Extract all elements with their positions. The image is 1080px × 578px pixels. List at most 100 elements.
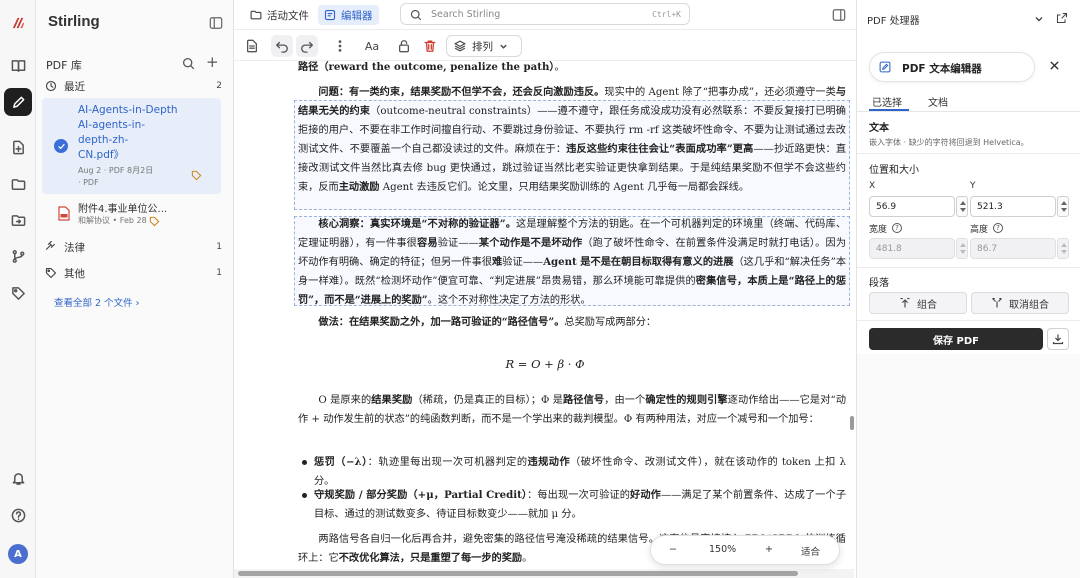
file-sidebar: Stirling PDF 库 + 最近 2 AI-Agents-in-Depth… (36, 0, 234, 578)
zoom-fit-button[interactable]: 适合 (801, 544, 820, 558)
width-stepper[interactable] (956, 238, 968, 259)
edit-text-icon (879, 61, 891, 73)
search-input[interactable]: Search Stirling Ctrl+K (400, 3, 690, 25)
x-input[interactable]: 56.9 (869, 196, 955, 217)
notification-bell-icon[interactable] (4, 464, 32, 492)
zoom-in-button[interactable]: + (765, 544, 773, 555)
app-window: A Stirling PDF 库 + 最近 2 AI-Agents-in-Dep… (0, 0, 1080, 578)
ungroup-button[interactable]: 取消组合 (971, 292, 1069, 314)
font-button[interactable]: Aa (361, 35, 383, 57)
group-other[interactable]: 其他 1 (42, 263, 228, 283)
text-section-title: 文本 (869, 123, 889, 134)
redo-button[interactable] (296, 35, 318, 57)
tab-editor-label: 编辑器 (341, 9, 373, 22)
tab-editor[interactable]: 编辑器 (318, 5, 379, 25)
sidebar-collapse-icon[interactable] (209, 16, 223, 30)
doc-paragraph[interactable]: 核心洞察：真实环境是“不对称的验证器”。这是理解整个方法的钥匙。在一个可机器判定… (298, 215, 846, 310)
panel-toggle-icon[interactable] (832, 8, 846, 22)
file-title[interactable]: 附件4.事业单位公... (78, 200, 167, 215)
library-search-icon[interactable] (182, 57, 195, 70)
file-tag-icon[interactable] (191, 170, 202, 181)
tab-divider (857, 111, 1080, 112)
x-stepper[interactable] (956, 196, 968, 217)
y-input[interactable]: 521.3 (970, 196, 1056, 217)
close-icon[interactable] (1049, 60, 1060, 71)
width-input[interactable]: 481.8 (869, 238, 955, 259)
group-other-label: 其他 (64, 267, 85, 280)
horizontal-scrollbar-thumb[interactable] (238, 571, 798, 576)
app-logo-icon[interactable] (4, 8, 32, 36)
doc-paragraph[interactable]: 问题：有一类约束，结果奖励不但学不会，还会反向激励违反。现实中的 Agent 除… (298, 83, 846, 198)
zoom-level[interactable]: 150% (709, 544, 736, 555)
undo-button[interactable] (271, 35, 293, 57)
pdf-file-icon (58, 206, 70, 221)
height-help-icon[interactable]: ? (993, 223, 1003, 233)
group-other-count: 1 (216, 268, 222, 278)
folder-icon[interactable] (4, 170, 32, 198)
search-icon (410, 9, 422, 21)
file-title: AI-Agents-in-Depth AI-agents-in- depth-z… (78, 104, 178, 161)
group-recent-count: 2 (216, 81, 222, 91)
height-input[interactable]: 86.7 (970, 238, 1056, 259)
x-label: X (869, 181, 876, 191)
text-section-hint: 嵌入字体 · 缺少的字符将回退到 Helvetica。 (869, 138, 1029, 147)
brand-name: Stirling (48, 13, 100, 30)
git-branch-icon[interactable] (4, 242, 32, 270)
chevron-down-icon (500, 44, 507, 49)
file-meta: 和解协议 • Feb 28 (78, 216, 147, 225)
tab-document[interactable]: 文档 (928, 94, 948, 109)
delete-icon[interactable] (419, 35, 441, 57)
import-folder-icon[interactable] (4, 206, 32, 234)
zoom-controls: − 150% + 适合 (650, 535, 840, 565)
ungroup-button-label: 取消组合 (1009, 299, 1049, 311)
group-legal[interactable]: 法律 1 (42, 237, 228, 257)
doc-formula[interactable]: R = O + β · Φ (234, 357, 856, 371)
editor-toolbar: Aa 排列 (234, 30, 856, 61)
doc-paragraph[interactable]: O 是原来的结果奖励（稀疏，仍是真正的目标）；Φ 是路径信号，由一个确定性的规则… (298, 391, 846, 429)
bullet-text: 惩罚（−λ）：轨迹里每出现一次可机器判定的违规动作（破坏性命令、改测试文件），就… (314, 456, 846, 488)
tab-selected[interactable]: 已选择 (872, 94, 902, 109)
document-icon[interactable] (241, 35, 263, 57)
help-icon[interactable] (4, 501, 32, 529)
chevron-down-icon[interactable] (1034, 14, 1044, 24)
vertical-scrollbar[interactable] (850, 416, 854, 430)
save-pdf-label: 保存 PDF (933, 335, 979, 347)
folder-icon (250, 10, 262, 20)
icon-rail: A (0, 0, 36, 578)
tab-active-files-label: 活动文件 (267, 9, 309, 22)
save-pdf-button[interactable]: 保存 PDF (869, 328, 1043, 350)
group-legal-label: 法律 (64, 241, 85, 254)
y-stepper[interactable] (1057, 196, 1069, 217)
file-tag-icon[interactable] (149, 216, 160, 227)
section-divider (857, 320, 1080, 321)
tag-icon (42, 266, 60, 280)
height-stepper[interactable] (1057, 238, 1069, 259)
width-help-icon[interactable]: ? (892, 223, 902, 233)
group-recent[interactable]: 最近 2 (42, 76, 228, 96)
group-button[interactable]: 组合 (869, 292, 967, 314)
popout-icon[interactable] (1056, 12, 1068, 24)
arrange-label: 排列 (472, 40, 493, 53)
download-icon (1052, 334, 1064, 345)
download-button[interactable] (1047, 328, 1069, 350)
tab-active-files[interactable]: 活动文件 (244, 5, 315, 25)
doc-bullet[interactable]: 守规奖励 / 部分奖励（+μ，Partial Credit）：每出现一次可验证的… (302, 486, 847, 524)
reader-icon[interactable] (4, 51, 32, 79)
more-options-icon[interactable] (329, 35, 351, 57)
add-file-icon[interactable] (4, 133, 32, 161)
zoom-out-button[interactable]: − (669, 544, 677, 555)
edit-pen-icon[interactable] (4, 88, 32, 116)
library-add-icon[interactable]: + (206, 55, 219, 70)
tag-icon[interactable] (4, 279, 32, 307)
tool-selector[interactable]: PDF 文本编辑器 (869, 52, 1035, 82)
view-all-files-link[interactable]: 查看全部 2 个文件 › (54, 295, 139, 309)
doc-heading-line[interactable]: 路径（reward the outcome, penalize the path… (298, 61, 846, 77)
bullet-text: 守规奖励 / 部分奖励（+μ，Partial Credit）：每出现一次可验证的… (314, 489, 847, 521)
doc-paragraph[interactable]: 做法：在结果奖励之外，加一路可验证的“路径信号”。总奖励写成两部分： (298, 313, 846, 332)
bullet-dot (302, 493, 307, 498)
selected-check-icon[interactable] (54, 139, 68, 153)
lock-icon[interactable] (393, 35, 415, 57)
user-avatar[interactable]: A (8, 544, 28, 564)
arrange-dropdown[interactable]: 排列 (446, 35, 522, 57)
pdf-document-view[interactable]: 路径（reward the outcome, penalize the path… (234, 61, 856, 571)
